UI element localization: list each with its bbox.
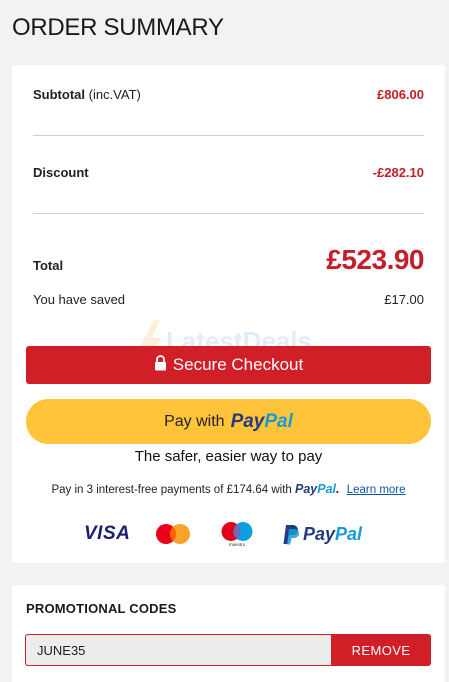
pay-in-3-message: Pay in 3 interest-free payments of £174.…: [12, 482, 445, 496]
paypal-button-prefix: Pay with: [164, 412, 225, 430]
saved-row: You have saved £17.00: [33, 292, 424, 307]
remove-promo-button[interactable]: REMOVE: [331, 634, 431, 666]
promotional-codes-card: PROMOTIONAL CODES REMOVE: [12, 585, 445, 682]
paypal-logo-large: PayPal: [282, 517, 362, 551]
pay-with-paypal-button[interactable]: Pay with PayPal: [26, 399, 431, 444]
paypal-inline-pal: Pal: [317, 482, 337, 496]
promo-code-input[interactable]: [25, 634, 332, 666]
maestro-logo: maestro: [220, 517, 254, 551]
paypal-logo: PayPal: [231, 411, 293, 433]
page-title: ORDER SUMMARY: [12, 14, 224, 41]
paypal-inline-logo: PayPal.: [295, 482, 340, 496]
learn-more-link[interactable]: Learn more: [347, 484, 406, 496]
total-row: Total £523.90: [33, 242, 424, 276]
saved-value: £17.00: [384, 292, 424, 307]
total-label-text: Total: [33, 258, 64, 273]
paypal-inline-suffix: .: [336, 482, 340, 496]
promo-title: PROMOTIONAL CODES: [26, 601, 177, 616]
divider: [33, 135, 424, 136]
lock-icon: [154, 354, 167, 376]
discount-label-text: Discount: [33, 165, 89, 180]
visa-text: VISA: [84, 523, 131, 544]
paypal-wordmark: PayPal: [303, 524, 362, 545]
subtotal-value: £806.00: [377, 87, 424, 102]
secure-checkout-button[interactable]: Secure Checkout: [26, 346, 431, 384]
order-summary-card: Subtotal (inc.VAT) £806.00 Discount -£28…: [12, 65, 445, 563]
subtotal-vat-note: (inc.VAT): [88, 87, 141, 102]
discount-value: -£282.10: [372, 165, 424, 180]
divider: [33, 213, 424, 214]
paypal-tagline: The safer, easier way to pay: [134, 448, 323, 465]
paypal-p-icon: [283, 524, 299, 544]
paypal-inline-pay: Pay: [295, 482, 318, 496]
payment-logos: VISA maestro PayPal: [12, 517, 445, 551]
pay-in-3-text: Pay in 3 interest-free payments of £174.…: [51, 484, 292, 496]
subtotal-label-text: Subtotal: [33, 87, 85, 102]
paypal-wordmark-pay: Pay: [303, 523, 336, 544]
discount-row: Discount -£282.10: [33, 165, 424, 180]
mastercard-logo: [155, 517, 191, 551]
subtotal-label: Subtotal (inc.VAT): [33, 87, 141, 102]
paypal-logo-pal: Pal: [264, 410, 293, 432]
saved-label: You have saved: [33, 292, 126, 307]
maestro-caption: maestro: [228, 542, 246, 547]
discount-label: Discount: [33, 165, 89, 180]
subtotal-row: Subtotal (inc.VAT) £806.00: [33, 87, 424, 102]
total-label: Total: [33, 258, 63, 276]
paypal-wordmark-pal: Pal: [335, 523, 363, 544]
visa-logo: VISA: [84, 517, 130, 551]
paypal-logo-pay: Pay: [230, 410, 265, 432]
total-value: £523.90: [326, 244, 424, 275]
secure-checkout-label: Secure Checkout: [172, 355, 304, 374]
